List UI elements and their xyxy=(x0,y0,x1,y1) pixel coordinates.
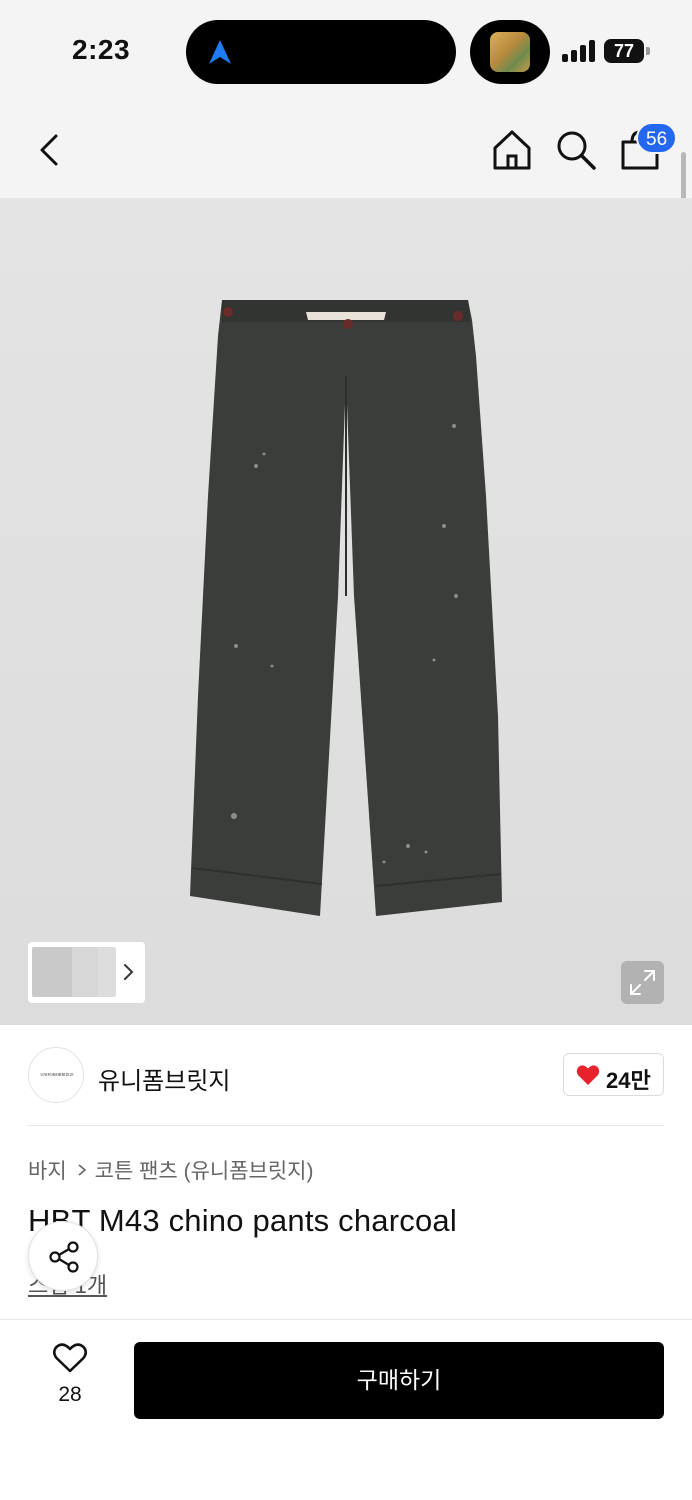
breadcrumb-item-pants[interactable]: 바지 xyxy=(28,1155,67,1185)
product-image-pants[interactable] xyxy=(186,296,506,920)
heart-outline-icon xyxy=(52,1343,88,1373)
album-art xyxy=(490,32,530,72)
share-icon xyxy=(49,1241,79,1273)
status-bar: 2:23 77 xyxy=(0,0,692,100)
brand-like-count: 24만 xyxy=(606,1068,651,1093)
status-time: 2:23 xyxy=(72,34,131,65)
navigation-arrow-icon xyxy=(209,40,231,64)
cart-count-badge: 56 xyxy=(636,122,678,154)
back-chevron-icon[interactable] xyxy=(30,130,70,170)
buy-button[interactable]: 구매하기 xyxy=(134,1342,664,1419)
chevron-right-icon xyxy=(78,1164,86,1176)
brand-name[interactable]: 유니폼브릿지 xyxy=(98,1061,230,1096)
dynamic-island xyxy=(186,20,456,84)
expand-image-button[interactable] xyxy=(621,961,664,1004)
brand-logo[interactable]: UNIFORMBRIDGE xyxy=(28,1047,84,1103)
image-thumbnail-strip[interactable] xyxy=(28,942,145,1003)
battery-icon: 77 xyxy=(604,39,644,63)
breadcrumb-item-cotton-pants[interactable]: 코튼 팬츠 (유니폼브릿지) xyxy=(95,1155,314,1185)
breadcrumb: 바지 코튼 팬츠 (유니폼브릿지) xyxy=(28,1155,314,1185)
heart-icon xyxy=(576,1065,600,1085)
search-icon[interactable] xyxy=(554,128,598,172)
signal-icon xyxy=(562,40,596,62)
battery-tip xyxy=(646,47,650,55)
brand-logo-text: UNIFORMBRIDGE xyxy=(40,1072,74,1077)
top-nav xyxy=(0,100,692,198)
home-icon[interactable] xyxy=(490,128,534,172)
expand-icon xyxy=(630,970,655,995)
share-button[interactable] xyxy=(28,1221,98,1291)
thumbnail-1[interactable] xyxy=(32,947,74,997)
wishlist-count: 28 xyxy=(58,1383,82,1406)
now-playing-artwork[interactable] xyxy=(470,20,550,84)
wishlist-button[interactable]: 28 xyxy=(40,1342,100,1412)
divider xyxy=(28,1125,664,1126)
product-title: HBT M43 chino pants charcoal xyxy=(28,1203,457,1238)
chevron-right-icon xyxy=(124,964,134,980)
thumbnail-3[interactable] xyxy=(98,947,116,997)
brand-like-button[interactable]: 24만 xyxy=(563,1053,664,1096)
